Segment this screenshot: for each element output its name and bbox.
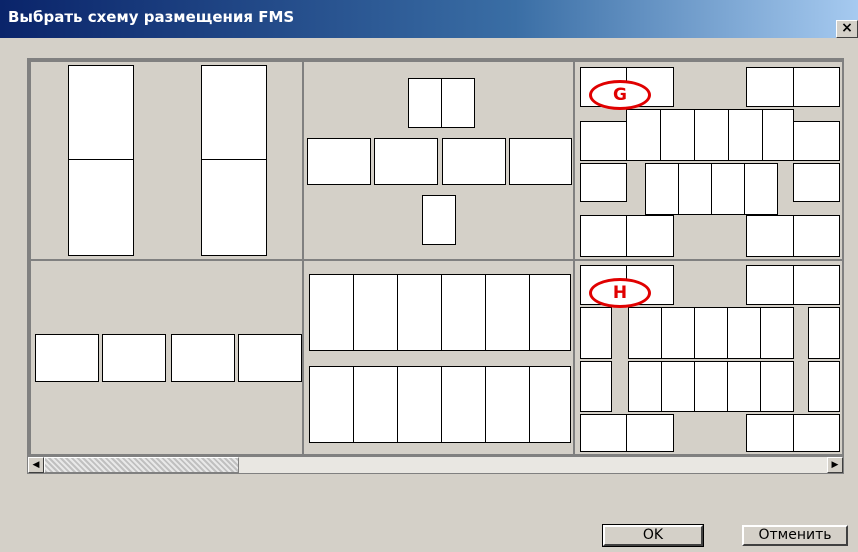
ok-button[interactable]: OK — [602, 524, 704, 547]
scroll-thumb[interactable] — [44, 457, 239, 473]
layout-panel — [201, 65, 267, 160]
layout-panel — [397, 274, 442, 351]
layout-panel — [694, 361, 728, 412]
scroll-track[interactable] — [44, 457, 827, 473]
layout-panel — [660, 109, 695, 161]
layout-panel — [485, 366, 530, 443]
layout-panel — [374, 138, 438, 185]
layout-option-grid[interactable] — [302, 259, 575, 454]
layout-panel — [580, 307, 612, 359]
layout-panel — [694, 109, 729, 161]
layout-panel — [760, 361, 794, 412]
layout-panel — [580, 121, 627, 161]
layout-panel — [171, 334, 235, 382]
layout-option-g[interactable]: G — [573, 60, 842, 261]
layout-gallery[interactable]: G H — [27, 58, 844, 456]
layout-panel — [694, 307, 728, 359]
layout-panel — [793, 121, 840, 161]
layout-panel — [580, 361, 612, 412]
layout-panel — [441, 274, 486, 351]
layout-panel — [808, 361, 840, 412]
layout-panel — [762, 109, 794, 161]
layout-panel — [744, 163, 778, 215]
title-bar: Выбрать схему размещения FMS — [0, 0, 858, 38]
layout-panel — [35, 334, 99, 382]
layout-panel — [529, 274, 571, 351]
layout-panel — [626, 215, 674, 257]
layout-panel — [441, 78, 475, 128]
layout-panel — [580, 215, 627, 257]
layout-panel — [309, 366, 354, 443]
layout-panel — [661, 307, 695, 359]
layout-panel — [68, 65, 134, 160]
layout-panel — [808, 307, 840, 359]
close-button[interactable]: × — [836, 20, 858, 38]
layout-panel — [422, 195, 456, 245]
layout-option-four-row[interactable] — [29, 259, 304, 454]
layout-panel — [102, 334, 166, 382]
layout-panel — [626, 109, 661, 161]
scroll-left-button[interactable]: ◀ — [28, 457, 44, 473]
layout-panel — [727, 361, 761, 412]
layout-panel — [509, 138, 572, 185]
layout-panel — [760, 307, 794, 359]
layout-panel — [793, 215, 840, 257]
layout-panel — [746, 67, 794, 107]
layout-panel — [628, 307, 662, 359]
layout-panel — [580, 163, 627, 202]
layout-panel — [793, 414, 840, 452]
layout-g-label: G — [589, 80, 651, 110]
layout-panel — [485, 274, 530, 351]
layout-h-label: H — [589, 278, 651, 308]
layout-panel — [397, 366, 442, 443]
layout-panel — [678, 163, 712, 215]
layout-panel — [353, 274, 398, 351]
layout-panel — [628, 361, 662, 412]
layout-panel — [746, 414, 794, 452]
scroll-right-button[interactable]: ▶ — [827, 457, 843, 473]
layout-panel — [746, 215, 794, 257]
layout-panel — [353, 366, 398, 443]
layout-panel — [727, 307, 761, 359]
layout-panel — [793, 163, 840, 202]
layout-panel — [711, 163, 745, 215]
layout-panel — [201, 159, 267, 256]
layout-panel — [793, 67, 840, 107]
layout-panel — [626, 414, 674, 452]
layout-panel — [442, 138, 506, 185]
layout-option-two-columns[interactable] — [29, 60, 304, 261]
window-title: Выбрать схему размещения FMS — [8, 8, 295, 26]
layout-panel — [728, 109, 763, 161]
layout-panel — [408, 78, 442, 128]
layout-panel — [793, 265, 840, 305]
layout-panel — [307, 138, 371, 185]
layout-option-cross[interactable] — [302, 60, 575, 261]
layout-panel — [441, 366, 486, 443]
layout-panel — [238, 334, 302, 382]
layout-option-h[interactable]: H — [573, 259, 842, 454]
horizontal-scrollbar[interactable]: ◀ ▶ — [27, 456, 844, 474]
layout-panel — [645, 163, 679, 215]
layout-panel — [309, 274, 354, 351]
layout-panel — [661, 361, 695, 412]
layout-panel — [68, 159, 134, 256]
cancel-button[interactable]: Отменить — [742, 525, 848, 546]
layout-panel — [580, 414, 627, 452]
layout-panel — [529, 366, 571, 443]
layout-panel — [746, 265, 794, 305]
